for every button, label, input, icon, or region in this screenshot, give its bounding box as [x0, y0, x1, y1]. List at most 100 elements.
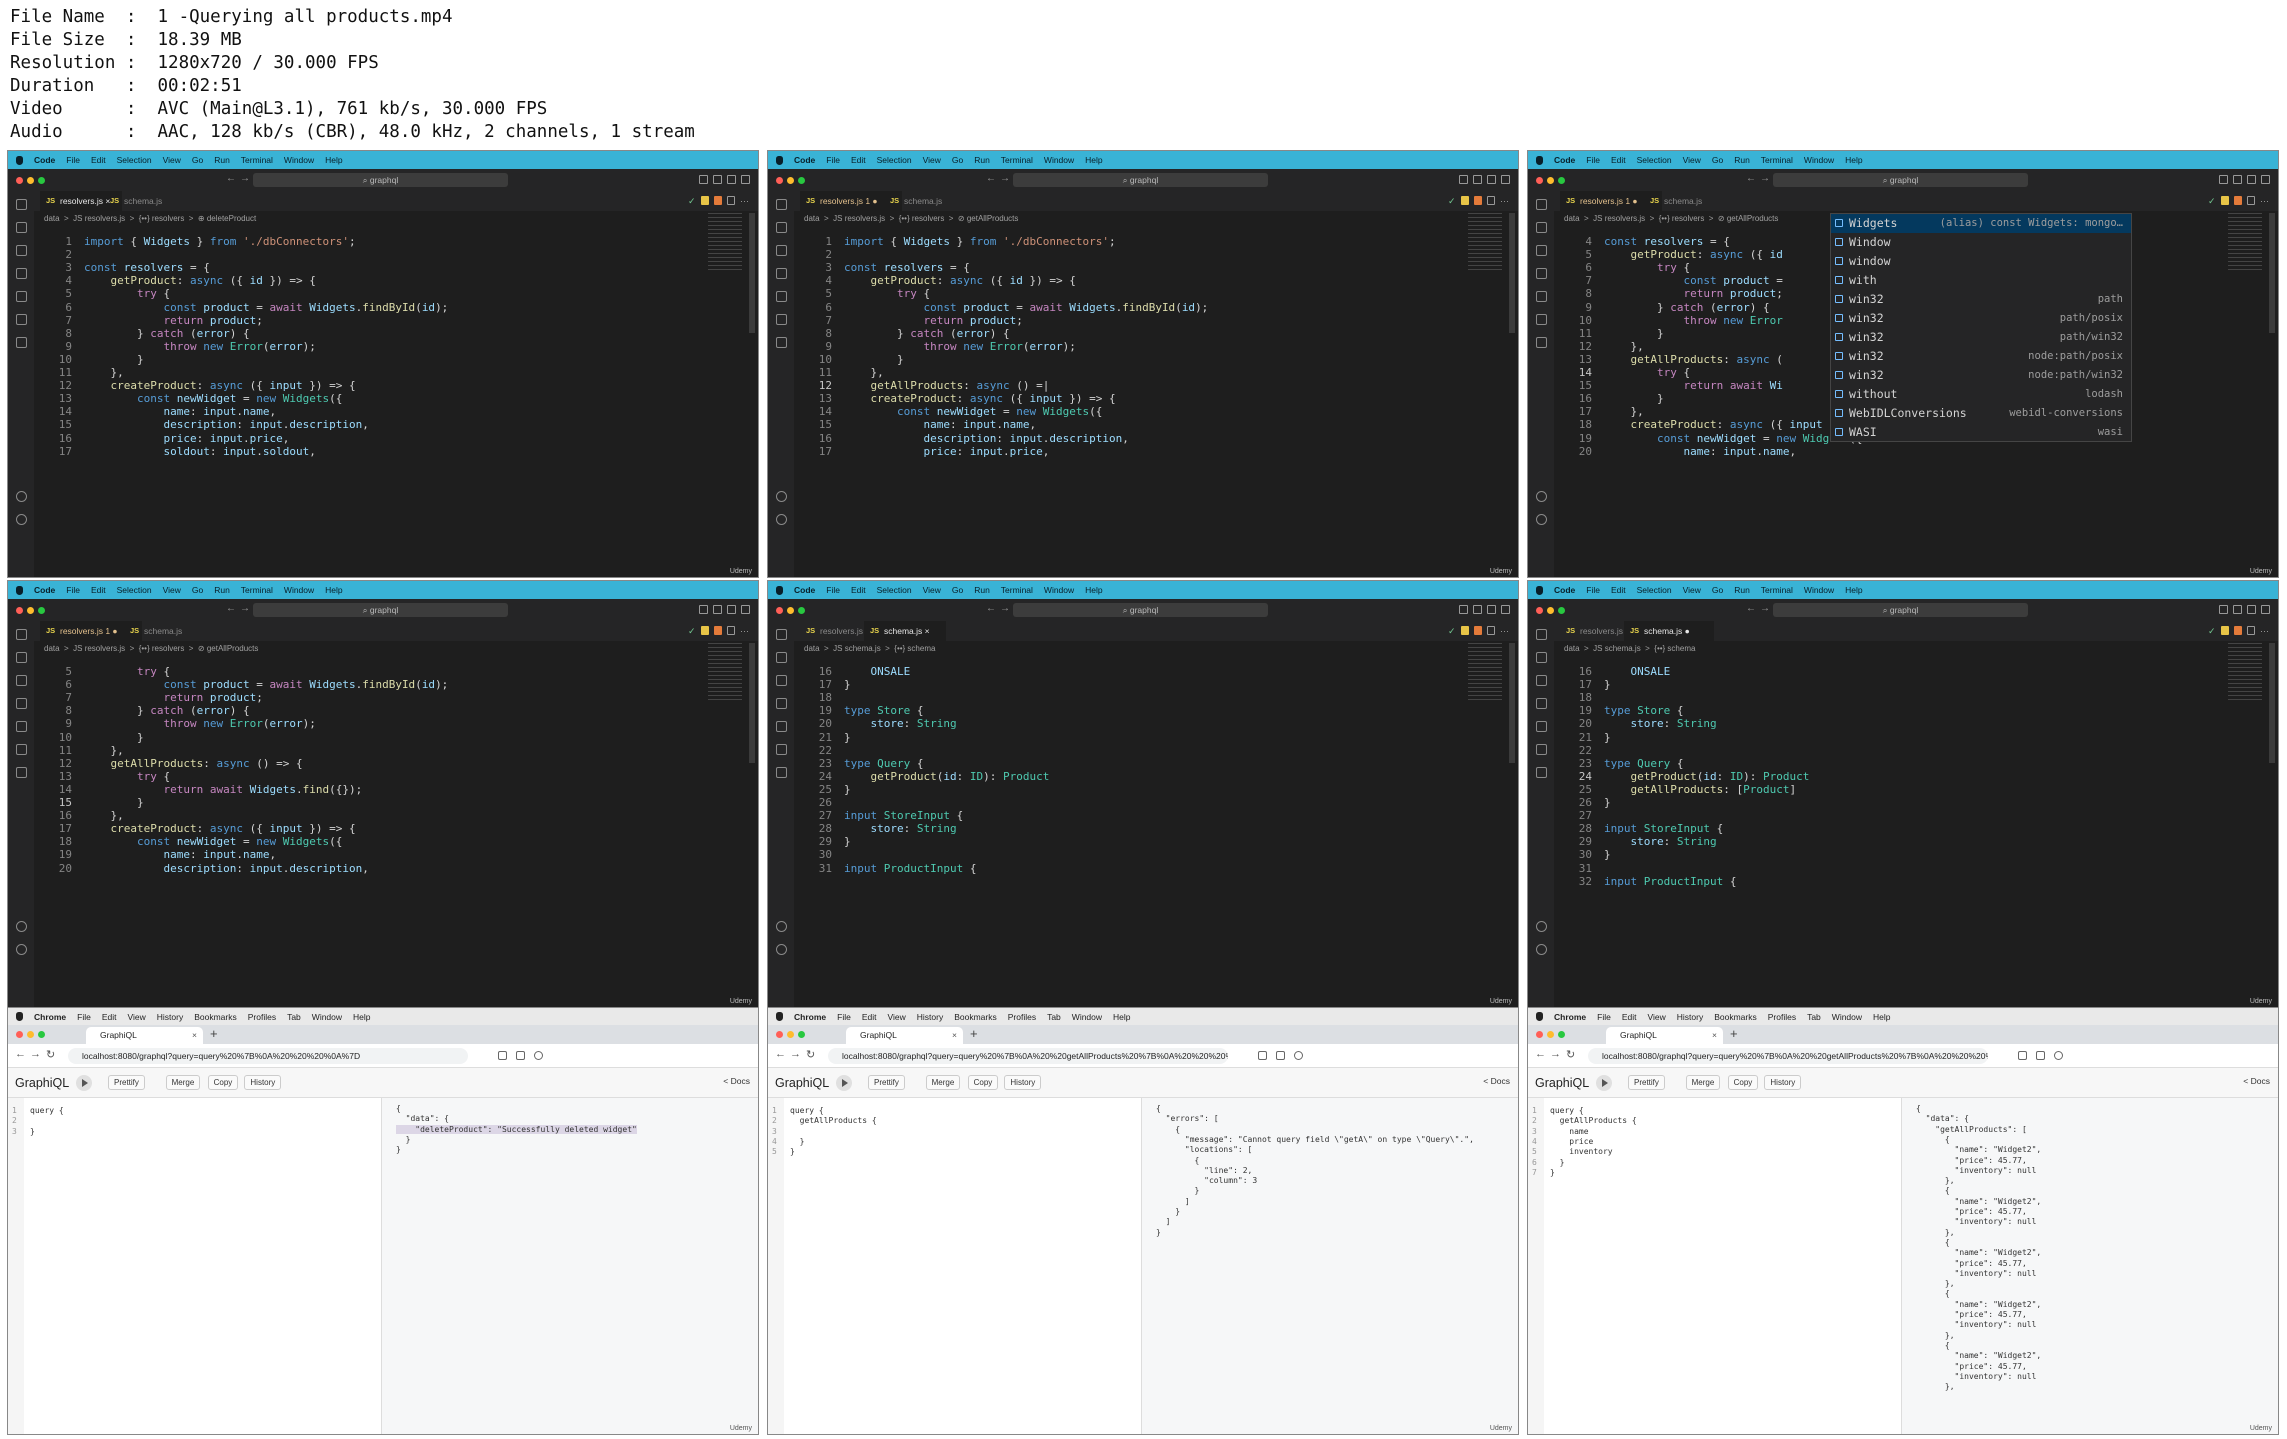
command-center[interactable]: ⌕ graphql [1013, 173, 1268, 187]
query-line[interactable]: } [1550, 1168, 1555, 1177]
code-line[interactable]: } catch (error) { [1604, 301, 1770, 314]
code-line[interactable]: store: String [844, 822, 957, 835]
forward-arrow-icon[interactable]: → [30, 1048, 41, 1060]
source-control-icon[interactable] [776, 245, 787, 256]
suggestion-item[interactable]: without lodash [1831, 385, 2131, 404]
gear-icon[interactable] [16, 944, 27, 955]
menu-item[interactable]: Bookmarks [1714, 1012, 1757, 1022]
menu-item[interactable]: Edit [1611, 155, 1626, 165]
menu-item[interactable]: Edit [91, 585, 106, 595]
browser-tab[interactable]: GraphiQL × [1606, 1027, 1723, 1044]
code-line[interactable]: try { [1604, 366, 1690, 379]
code-line[interactable]: return product; [1604, 287, 1782, 300]
menu-item[interactable]: Go [1712, 155, 1723, 165]
timeline-icon[interactable] [16, 767, 27, 778]
extension-action-icon[interactable] [714, 196, 722, 205]
menu-item[interactable]: Terminal [1761, 585, 1793, 595]
layout-icon[interactable] [1487, 605, 1496, 614]
code-line[interactable]: } [84, 796, 144, 809]
query-editor[interactable]: 1 query {2 getAllProducts {3 name 4 price 5… [1528, 1098, 1902, 1434]
menu-item[interactable]: Help [353, 1012, 370, 1022]
menu-item[interactable]: Selection [117, 155, 152, 165]
profile-avatar-icon[interactable] [534, 1051, 543, 1060]
breadcrumb[interactable]: data > JS resolvers.js > {••} resolvers … [44, 214, 256, 223]
code-line[interactable]: const newWidget = new Widgets({ [1604, 432, 1862, 445]
code-line[interactable]: createProduct: async ({ input }) => { [84, 822, 356, 835]
extension-action-icon[interactable] [2221, 196, 2229, 205]
code-line[interactable]: }, [1604, 340, 1643, 353]
menu-item[interactable]: Window [1072, 1012, 1102, 1022]
code-editor[interactable]: 5 try {6 const product = await Widgets.f… [34, 657, 758, 1007]
close-dot[interactable] [16, 1031, 23, 1038]
menu-item[interactable]: Go [192, 155, 203, 165]
code-line[interactable]: } [844, 783, 851, 796]
layout-icon[interactable] [699, 175, 708, 184]
menu-item[interactable]: Selection [877, 585, 912, 595]
toolbar-button-prettify[interactable]: Prettify [108, 1075, 145, 1090]
close-dot[interactable] [776, 607, 783, 614]
code-line[interactable]: const newWidget = new Widgets({ [84, 392, 342, 405]
query-line[interactable]: } [790, 1137, 805, 1146]
run-query-button[interactable] [76, 1075, 92, 1091]
menu-item[interactable]: History [917, 1012, 943, 1022]
menu-item[interactable]: Window [1804, 155, 1834, 165]
code-line[interactable]: getProduct: async ({ id [1604, 248, 1783, 261]
forward-arrow-icon[interactable]: → [240, 173, 250, 184]
layout-icon[interactable] [1473, 175, 1482, 184]
menu-item[interactable]: Tab [1047, 1012, 1061, 1022]
code-line[interactable]: type Store { [1604, 704, 1684, 717]
extensions-icon[interactable] [776, 314, 787, 325]
suggestion-item[interactable]: Window [1831, 233, 2131, 252]
scrollbar[interactable] [1509, 643, 1515, 763]
editor-tab[interactable]: JS schema.js [104, 191, 184, 211]
menu-item[interactable]: Tab [287, 1012, 301, 1022]
layout-icon[interactable] [2219, 605, 2228, 614]
reload-icon[interactable]: ↻ [1566, 1048, 1575, 1061]
code-line[interactable]: } catch (error) { [84, 327, 250, 340]
menu-item[interactable]: Help [1873, 1012, 1890, 1022]
code-line[interactable]: price: input.price, [84, 432, 289, 445]
remote-icon[interactable] [1536, 291, 1547, 302]
source-control-icon[interactable] [1536, 245, 1547, 256]
tab-close-icon[interactable]: × [952, 1027, 957, 1044]
extension-action-icon[interactable] [1461, 626, 1469, 635]
close-dot[interactable] [1536, 177, 1543, 184]
code-line[interactable]: } [1604, 392, 1664, 405]
gear-icon[interactable] [1536, 944, 1547, 955]
breadcrumb[interactable]: data > JS resolvers.js > {••} resolvers … [1564, 214, 1778, 223]
menu-item[interactable]: Code [1554, 155, 1575, 165]
code-line[interactable]: return await Wi [1604, 379, 1782, 392]
check-icon[interactable]: ✓ [1448, 196, 1456, 206]
check-icon[interactable]: ✓ [688, 626, 696, 636]
toolbar-button-prettify[interactable]: Prettify [1628, 1075, 1665, 1090]
code-line[interactable]: }, [844, 366, 883, 379]
code-line[interactable]: store: String [844, 717, 957, 730]
extension-icon[interactable] [2018, 1051, 2027, 1060]
query-line[interactable]: } [790, 1147, 795, 1156]
account-icon[interactable] [1536, 491, 1547, 502]
search-icon[interactable] [776, 222, 787, 233]
command-center[interactable]: ⌕ graphql [253, 603, 508, 617]
toolbar-button-copy[interactable]: Copy [207, 1075, 239, 1090]
menu-item[interactable]: Code [794, 155, 815, 165]
code-line[interactable]: const product = await Widgets.findById(i… [84, 678, 448, 691]
extensions-icon[interactable] [776, 744, 787, 755]
account-icon[interactable] [776, 921, 787, 932]
menu-item[interactable]: Window [1044, 155, 1074, 165]
scrollbar[interactable] [749, 213, 755, 333]
code-line[interactable]: } [1604, 796, 1611, 809]
reload-icon[interactable]: ↻ [46, 1048, 55, 1061]
layout-icon[interactable] [699, 605, 708, 614]
minimize-dot[interactable] [1547, 607, 1554, 614]
extension-action-icon[interactable] [701, 196, 709, 205]
breadcrumb[interactable]: data > JS resolvers.js > {••} resolvers … [44, 644, 258, 653]
timeline-icon[interactable] [776, 337, 787, 348]
source-control-icon[interactable] [1536, 675, 1547, 686]
run-debug-icon[interactable] [1536, 698, 1547, 709]
query-line[interactable]: getAllProducts { [1550, 1116, 1637, 1125]
code-line[interactable]: return await Widgets.find({}); [84, 783, 362, 796]
back-arrow-icon[interactable]: ← [986, 173, 996, 184]
check-icon[interactable]: ✓ [2208, 626, 2216, 636]
menu-item[interactable]: Selection [117, 585, 152, 595]
layout-icon[interactable] [1459, 175, 1468, 184]
